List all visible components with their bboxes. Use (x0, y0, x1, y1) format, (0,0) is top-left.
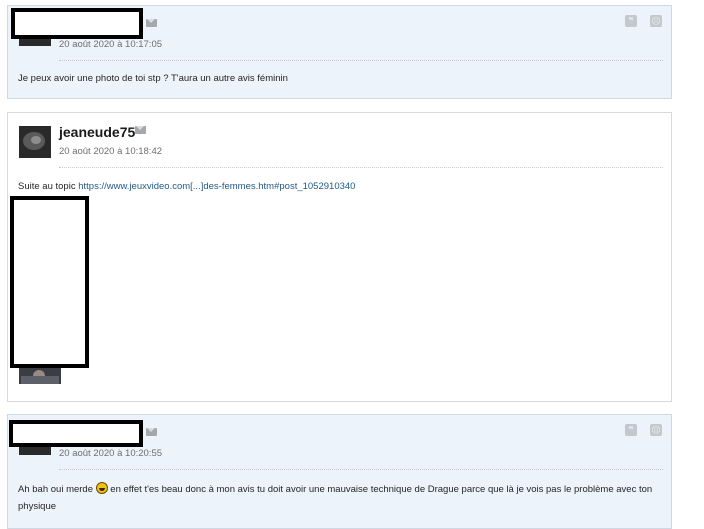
message-text: en effet t'es beau donc à mon avis tu do… (18, 484, 653, 512)
separator (59, 469, 663, 470)
image-thumbnail[interactable] (19, 368, 61, 384)
page-margin (678, 0, 704, 525)
post-message: Ah bah oui merde en effet t'es beau donc… (18, 481, 659, 515)
avatar[interactable] (19, 126, 51, 158)
separator (59, 60, 663, 61)
topic-link[interactable]: https://www.jeuxvideo.com[...]des-femmes… (78, 181, 355, 192)
post-date: 20 août 2020 à 10:18:42 (59, 146, 163, 157)
mail-icon[interactable] (146, 19, 157, 27)
quote-icon[interactable]: ❞ (625, 424, 637, 436)
post-date: 20 août 2020 à 10:20:55 (59, 448, 163, 459)
post-date: 20 août 2020 à 10:17:05 (59, 39, 163, 50)
separator (59, 167, 663, 168)
report-icon[interactable]: ☹ (650, 15, 662, 27)
redacted-username (11, 8, 143, 39)
report-icon[interactable]: ☹ (650, 424, 662, 436)
forum-post: 20 août 2020 à 10:20:55 ❞ ☹ Ah bah oui m… (7, 414, 672, 529)
laughing-smiley-icon (95, 482, 108, 494)
quote-icon[interactable]: ❞ (625, 15, 637, 27)
redacted-username (9, 420, 143, 447)
mail-icon[interactable] (135, 126, 146, 134)
post-author[interactable]: jeaneude75 (59, 124, 135, 140)
mail-icon[interactable] (146, 428, 157, 436)
forum-post: jeaneude75 20 août 2020 à 10:18:42 Suite… (7, 112, 672, 402)
redacted-image (10, 196, 89, 368)
message-text: Suite au topic (18, 181, 79, 192)
post-message: Suite au topic https://www.jeuxvideo.com… (18, 178, 659, 195)
message-text: Ah bah oui merde (18, 484, 96, 495)
post-message: Je peux avoir une photo de toi stp ? T'a… (18, 73, 288, 84)
forum-post: 20 août 2020 à 10:17:05 ❞ ☹ Je peux avoi… (7, 5, 672, 99)
